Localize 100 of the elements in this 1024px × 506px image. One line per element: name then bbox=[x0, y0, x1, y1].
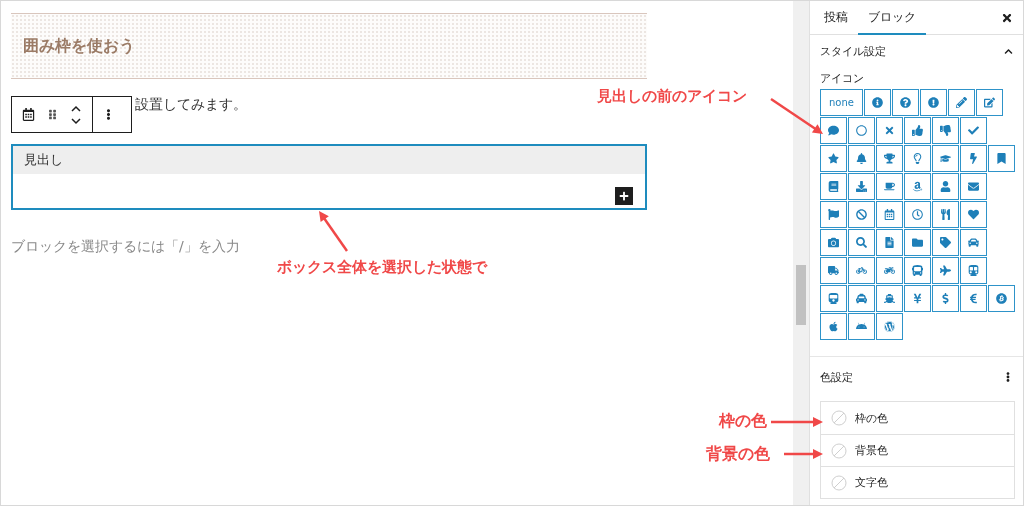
annotation-text: 見出しの前のアイコン bbox=[597, 87, 747, 106]
icon-option-button[interactable] bbox=[960, 117, 987, 144]
scrollbar[interactable] bbox=[793, 1, 810, 505]
lightbulb-icon bbox=[912, 153, 923, 164]
pointer-arrow bbox=[771, 417, 823, 427]
pointer-arrow bbox=[319, 211, 349, 252]
icon-option-button[interactable] bbox=[904, 285, 931, 312]
icon-option-button[interactable] bbox=[960, 285, 987, 312]
icon-option-button[interactable] bbox=[904, 229, 931, 256]
heading-block: 囲み枠を使おう bbox=[11, 13, 648, 79]
check-icon bbox=[968, 125, 979, 136]
search-icon bbox=[856, 237, 867, 248]
sidebar-tab[interactable]: ブロック bbox=[858, 1, 926, 35]
icon-option-button[interactable] bbox=[960, 173, 987, 200]
bicycle-icon bbox=[856, 265, 867, 276]
icon-option-button[interactable] bbox=[904, 257, 931, 284]
icon-option-button[interactable] bbox=[876, 313, 903, 340]
icon-option-button[interactable] bbox=[848, 313, 875, 340]
bell-icon bbox=[856, 153, 867, 164]
icon-option-button[interactable] bbox=[932, 173, 959, 200]
icon-option-button[interactable] bbox=[876, 285, 903, 312]
icon-option-button[interactable] bbox=[988, 145, 1015, 172]
icon-option-button[interactable] bbox=[932, 117, 959, 144]
panel-title: スタイル設定 bbox=[820, 43, 886, 59]
block-type-icon[interactable] bbox=[22, 108, 35, 121]
icon-option-button[interactable] bbox=[960, 201, 987, 228]
icon-option-button[interactable]: none bbox=[820, 89, 863, 116]
folder-icon bbox=[912, 237, 923, 248]
thumbs-down-icon bbox=[940, 125, 951, 136]
icon-option-button[interactable] bbox=[820, 117, 847, 144]
train-icon bbox=[828, 293, 839, 304]
icon-option-button[interactable] bbox=[904, 173, 931, 200]
icon-option-button[interactable] bbox=[820, 201, 847, 228]
icon-option-button[interactable] bbox=[892, 89, 919, 116]
info-icon bbox=[872, 97, 883, 108]
icon-option-button[interactable] bbox=[848, 285, 875, 312]
icon-option-button[interactable] bbox=[876, 145, 903, 172]
block-input-field[interactable]: ブロックを選択するには「/」を入力 bbox=[11, 238, 648, 256]
icon-option-button[interactable] bbox=[988, 285, 1015, 312]
pencil-icon bbox=[956, 97, 967, 108]
camera-icon bbox=[828, 237, 839, 248]
sidebar-tab[interactable]: 投稿 bbox=[814, 1, 858, 35]
star-icon bbox=[828, 153, 839, 164]
pointer-arrow bbox=[770, 97, 823, 134]
drag-handle-icon[interactable] bbox=[47, 109, 58, 120]
icon-option-button[interactable] bbox=[920, 89, 947, 116]
icon-option-button[interactable] bbox=[820, 313, 847, 340]
icon-option-button[interactable] bbox=[820, 257, 847, 284]
icon-option-button[interactable] bbox=[820, 229, 847, 256]
icon-option-button[interactable] bbox=[876, 229, 903, 256]
trophy-icon bbox=[884, 153, 895, 164]
icon-option-button[interactable] bbox=[848, 229, 875, 256]
icon-option-button[interactable] bbox=[904, 201, 931, 228]
bolt-icon bbox=[968, 153, 979, 164]
clock-icon bbox=[912, 209, 923, 220]
icon-option-button[interactable] bbox=[864, 89, 891, 116]
icon-option-button[interactable] bbox=[820, 145, 847, 172]
subway-icon bbox=[968, 265, 979, 276]
dollar-icon bbox=[940, 293, 951, 304]
no-color-icon bbox=[831, 410, 847, 426]
taxi-icon bbox=[856, 293, 867, 304]
icon-option-button[interactable] bbox=[960, 257, 987, 284]
icon-option-button[interactable] bbox=[848, 257, 875, 284]
book-icon bbox=[828, 181, 839, 192]
icon-option-button[interactable] bbox=[848, 117, 875, 144]
bus-icon bbox=[912, 265, 923, 276]
move-up-down-icon[interactable] bbox=[70, 103, 82, 126]
plane-icon bbox=[940, 265, 951, 276]
add-block-button[interactable] bbox=[615, 187, 634, 205]
icon-option-button[interactable] bbox=[932, 145, 959, 172]
icon-option-button[interactable] bbox=[932, 285, 959, 312]
icon-option-button[interactable] bbox=[820, 173, 847, 200]
flag-icon bbox=[828, 209, 839, 220]
icon-option-button[interactable] bbox=[904, 117, 931, 144]
icon-option-button[interactable] bbox=[976, 89, 1003, 116]
icon-option-button[interactable] bbox=[876, 173, 903, 200]
icon-option-button[interactable] bbox=[876, 257, 903, 284]
icon-option-button[interactable] bbox=[848, 173, 875, 200]
icon-option-button[interactable] bbox=[960, 145, 987, 172]
icon-option-button[interactable] bbox=[820, 285, 847, 312]
chevron-up-icon[interactable] bbox=[1004, 46, 1013, 56]
box-block[interactable]: 見出し bbox=[11, 144, 648, 210]
envelope-icon bbox=[968, 181, 979, 192]
icon-option-button[interactable] bbox=[932, 201, 959, 228]
pointer-arrow bbox=[784, 449, 823, 459]
box-heading: 見出し bbox=[13, 146, 646, 174]
icon-option-button[interactable] bbox=[848, 145, 875, 172]
icon-option-button[interactable] bbox=[876, 117, 903, 144]
icon-option-button[interactable] bbox=[932, 257, 959, 284]
bookmark-icon bbox=[996, 153, 1007, 164]
exclamation-icon bbox=[928, 97, 939, 108]
icon-option-button[interactable] bbox=[948, 89, 975, 116]
utensils-icon bbox=[940, 209, 951, 220]
no-color-icon bbox=[831, 442, 847, 459]
icon-option-button[interactable] bbox=[960, 229, 987, 256]
icon-option-button[interactable] bbox=[876, 201, 903, 228]
cross-icon bbox=[884, 125, 895, 136]
icon-option-button[interactable] bbox=[932, 229, 959, 256]
icon-option-button[interactable] bbox=[904, 145, 931, 172]
icon-option-button[interactable] bbox=[848, 201, 875, 228]
